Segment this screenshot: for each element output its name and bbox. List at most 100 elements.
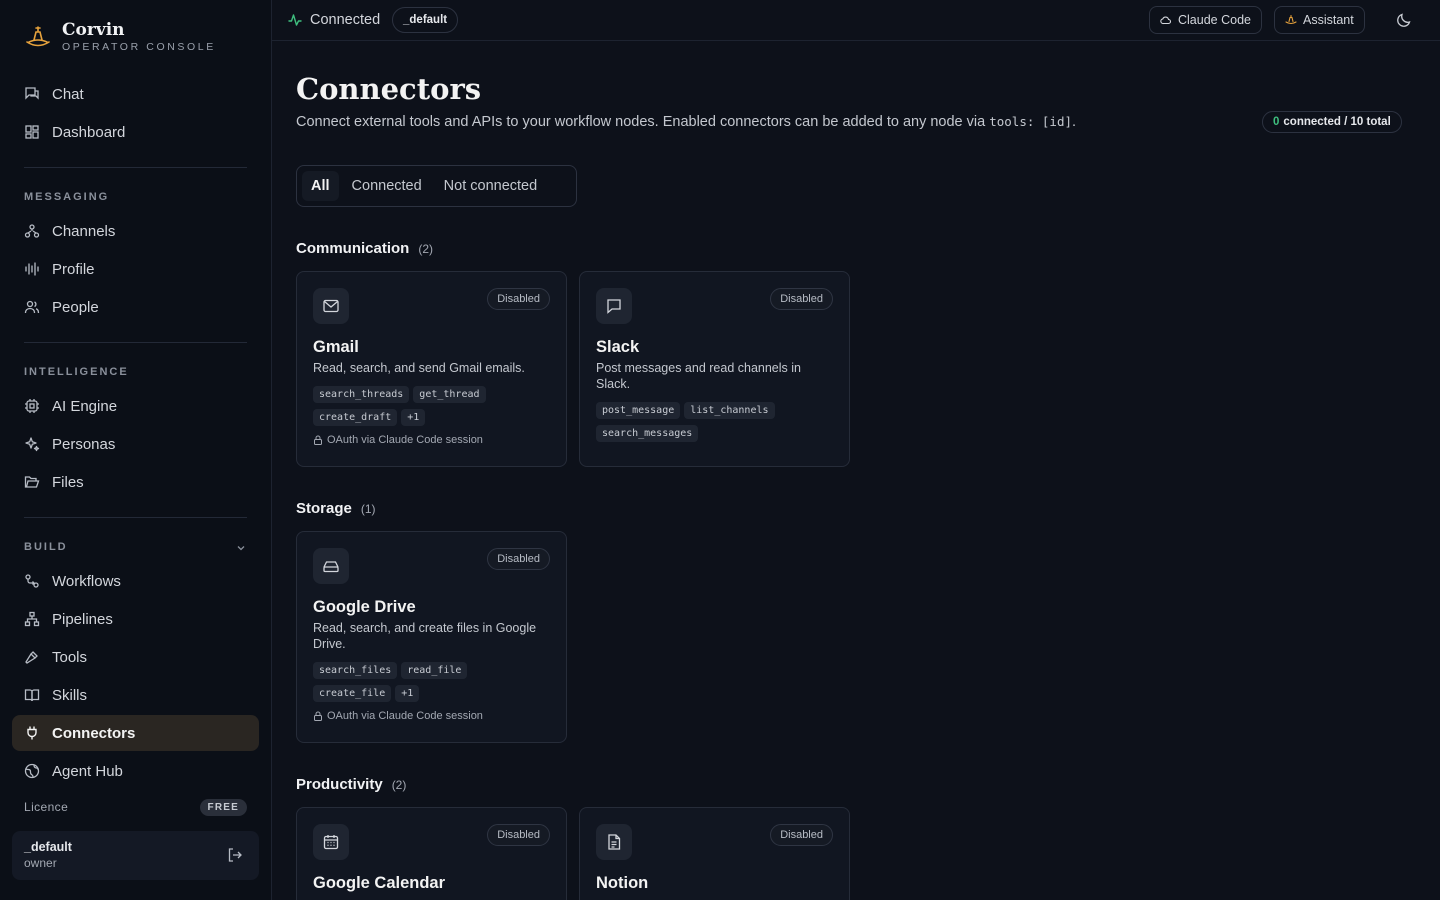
auth-note: OAuth via Claude Code session — [313, 710, 550, 722]
moon-icon[interactable] — [1396, 12, 1412, 28]
pipeline-icon — [24, 611, 40, 627]
sidebar-item-label: Chat — [52, 85, 84, 103]
sidebar-item-agent-hub[interactable]: Agent Hub — [12, 753, 259, 789]
tool-tag-more: +1 — [395, 685, 420, 702]
connection-status: Connected — [288, 10, 380, 30]
section-label-messaging: MESSAGING — [24, 191, 110, 203]
connector-count-badge: 0 connected / 10 total — [1262, 111, 1402, 133]
connector-icon-wrap — [313, 548, 349, 584]
sidebar-item-personas[interactable]: Personas — [12, 426, 259, 462]
filter-tab-all[interactable]: All — [302, 171, 339, 201]
user-card: _default owner — [12, 831, 259, 880]
sidebar-item-people[interactable]: People — [12, 289, 259, 325]
connector-name: Google Drive — [313, 598, 416, 616]
message-square-icon — [607, 299, 621, 314]
user-role: owner — [24, 856, 57, 870]
chevron-down-icon[interactable] — [236, 543, 246, 553]
sidebar-item-label: People — [52, 298, 99, 316]
lock-icon — [314, 435, 322, 445]
hard-drive-icon — [323, 561, 339, 573]
sidebar-item-dashboard[interactable]: Dashboard — [12, 114, 259, 150]
category-header-communication: Communication (2) — [296, 240, 433, 257]
sidebar-item-label: Connectors — [52, 724, 136, 742]
filter-tab-connected[interactable]: Connected — [343, 171, 431, 201]
sidebar-item-workflows[interactable]: Workflows — [12, 563, 259, 599]
filter-tab-not-connected[interactable]: Not connected — [435, 171, 547, 201]
sidebar-item-profile[interactable]: Profile — [12, 251, 259, 287]
logout-icon[interactable] — [227, 847, 243, 863]
section-label-build: BUILD — [24, 541, 68, 553]
sidebar-item-label: Agent Hub — [52, 762, 123, 780]
assistant-button[interactable]: Assistant — [1274, 6, 1365, 34]
page-title: Connectors — [296, 72, 482, 106]
cpu-icon — [25, 399, 39, 413]
connector-card-google-drive[interactable]: Disabled Google Drive Read, search, and … — [296, 531, 567, 743]
tools-code-snippet: tools: [id] — [989, 114, 1073, 129]
sparkles-icon — [25, 437, 40, 452]
mail-icon — [323, 299, 339, 313]
sidebar-item-ai-engine[interactable]: AI Engine — [12, 388, 259, 424]
brand[interactable]: Corvin OPERATOR CONSOLE — [24, 20, 216, 54]
connection-status-text: Connected — [310, 12, 381, 28]
connector-icon-wrap — [313, 824, 349, 860]
connector-card-gmail[interactable]: Disabled Gmail Read, search, and send Gm… — [296, 271, 567, 467]
sidebar-item-label: Dashboard — [52, 123, 126, 141]
connector-description: Post messages and read channels in Slack… — [596, 361, 801, 391]
tool-tag: get_thread — [413, 386, 486, 403]
sidebar-item-tools[interactable]: Tools — [12, 639, 259, 675]
globe-icon — [24, 763, 40, 779]
dashboard-icon — [25, 125, 39, 139]
connector-name: Google Calendar — [313, 874, 446, 892]
auth-text: OAuth via Claude Code session — [327, 434, 483, 446]
tool-tag: create_file — [313, 685, 392, 702]
sidebar-item-label: Workflows — [52, 572, 121, 590]
sidebar-item-label: Channels — [52, 222, 116, 240]
sidebar-item-label: AI Engine — [52, 397, 118, 415]
user-name: _default — [24, 840, 72, 854]
document-icon — [608, 834, 621, 850]
connector-name: Notion — [596, 874, 649, 892]
chat-icon — [25, 87, 39, 100]
category-header-storage: Storage (1) — [296, 500, 376, 517]
sidebar-item-files[interactable]: Files — [12, 464, 259, 500]
calendar-icon — [323, 835, 339, 850]
sidebar-item-label: Personas — [52, 435, 116, 453]
tool-tag: list_channels — [684, 402, 775, 419]
category-title: Storage — [296, 500, 352, 517]
workspace-pill[interactable]: _default — [392, 7, 459, 33]
topbar: Connected _default Claude Code Assistant — [272, 0, 1440, 41]
tool-tag: search_messages — [596, 425, 699, 442]
tool-tags: post_message list_channels search_messag… — [596, 402, 833, 448]
count-rest: connected / 10 total — [1283, 116, 1391, 128]
book-icon — [24, 689, 40, 702]
sidebar-item-connectors[interactable]: Connectors — [12, 715, 259, 751]
tool-tag-more: +1 — [401, 409, 426, 426]
divider — [24, 167, 247, 168]
page-description: Connect external tools and APIs to your … — [296, 114, 1076, 130]
sidebar-item-channels[interactable]: Channels — [12, 213, 259, 249]
connector-card-slack[interactable]: Disabled Slack Post messages and read ch… — [579, 271, 850, 467]
category-title: Productivity — [296, 776, 383, 793]
sidebar-item-chat[interactable]: Chat — [12, 76, 259, 112]
brand-subtitle: OPERATOR CONSOLE — [62, 41, 216, 53]
claude-code-button[interactable]: Claude Code — [1149, 6, 1262, 34]
activity-icon — [288, 14, 302, 26]
divider — [24, 517, 247, 518]
status-badge: Disabled — [770, 824, 833, 846]
section-label-intelligence: INTELLIGENCE — [24, 366, 129, 378]
connector-card-google-calendar[interactable]: Disabled Google Calendar — [296, 807, 567, 900]
hammer-icon — [25, 651, 38, 664]
divider — [24, 342, 247, 343]
category-title: Communication — [296, 240, 410, 257]
cloud-icon — [1160, 16, 1172, 25]
connector-name: Gmail — [313, 338, 359, 356]
sidebar-item-pipelines[interactable]: Pipelines — [12, 601, 259, 637]
sidebar-item-skills[interactable]: Skills — [12, 677, 259, 713]
tool-tags: search_threads get_thread create_draft +… — [313, 386, 550, 432]
sidebar-item-label: Tools — [52, 648, 88, 666]
sidebar-item-label: Files — [52, 473, 84, 491]
tool-tag: create_draft — [313, 409, 398, 426]
connector-name: Slack — [596, 338, 640, 356]
connector-card-notion[interactable]: Disabled Notion — [579, 807, 850, 900]
category-count: (2) — [391, 778, 407, 792]
